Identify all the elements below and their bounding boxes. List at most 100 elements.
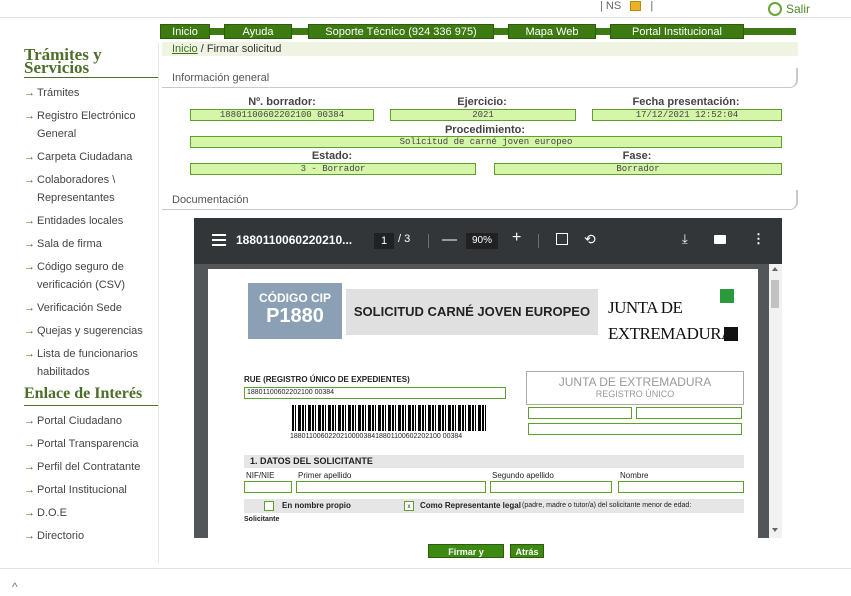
label-apellido1: Primer apellido [298,471,352,480]
pdf-scrollbar[interactable] [769,264,782,538]
barcode-text: 188011006022021000038418801100602202100 … [290,433,463,440]
label-estado: Estado: [311,150,353,162]
label-borrador: Nº. borrador: [248,96,316,108]
logout-label: Salir [786,2,811,16]
apellido2-field [490,481,612,493]
chevron-up-icon[interactable]: ^ [12,580,18,594]
zoom-input[interactable]: 90% [466,233,498,249]
registro-field [528,407,632,419]
pdf-viewer[interactable]: 1880110060220210... 1 / 3 — 90% + ⟲ ⤓ ⋮ … [194,218,782,538]
logo-green-square [720,289,734,303]
nav-mapa-web[interactable]: Mapa Web [508,24,596,39]
sidebar-item-sala-firma[interactable]: → Sala de firma [24,235,158,253]
label-nif: NIF/NIE [246,471,275,480]
rotate-icon[interactable]: ⟲ [584,231,596,248]
nav-portal-institucional[interactable]: Portal Institucional [610,24,744,39]
back-button[interactable]: Atrás [510,544,544,558]
menu-icon[interactable] [212,234,226,236]
checkbox-representante: x [404,501,414,511]
zoom-in-icon[interactable]: + [512,229,521,247]
action-bar: Firmar y Registrar Atrás [0,544,851,571]
sidebar-item-colaboradores[interactable]: → Colaboradores \ Representantes [24,171,158,207]
sidebar-item-portal-ciudadano[interactable]: → Portal Ciudadano [24,412,158,430]
label-procedimiento: Procedimiento: [444,124,526,136]
value-fecha: 17/12/2021 12:52:04 [592,109,782,121]
more-options-icon[interactable]: ⋮ [752,231,765,247]
scroll-up-icon[interactable] [772,267,778,271]
checkbox-propio [264,501,274,511]
pdf-filename: 1880110060220210... [236,233,353,247]
sidebar-item-csv[interactable]: → Código seguro de verificación (CSV) [24,258,158,294]
top-utility: | NS | [600,0,659,18]
sidebar-item-institucional[interactable]: → Portal Institucional [24,481,158,499]
sidebar-item-transparencia[interactable]: → Portal Transparencia [24,435,158,453]
sidebar-title-enlaces: Enlace de Interés [24,386,158,406]
toolbar-separator [428,234,429,248]
sidebar-item-quejas[interactable]: → Quejas y sugerencias [24,322,158,340]
registro-field [636,407,742,419]
fit-page-icon[interactable] [556,233,568,245]
pdf-page: CÓDIGO CIP P1880 SOLICITUD CARNÉ JOVEN E… [208,269,758,538]
arrow-right-icon: → [24,348,35,360]
scroll-thumb[interactable] [771,280,779,308]
sidebar-item-perfil[interactable]: → Perfil del Contratante [24,458,158,476]
sign-register-button[interactable]: Firmar y Registrar [428,544,504,571]
nav-inicio[interactable]: Inicio [160,24,210,39]
download-icon[interactable]: ⤓ [682,231,688,247]
nav-soporte[interactable]: Soporte Técnico (924 336 975) [308,24,494,39]
representation-row: En nombre propio x Como Representante le… [244,499,744,513]
arrow-right-icon: → [24,87,35,99]
value-estado: 3 - Borrador [190,163,476,175]
label-representante: Como Representante legal [420,501,521,510]
label-fase: Fase: [622,150,652,162]
util-text: | NS [600,0,622,12]
barcode [292,405,488,431]
logout-link[interactable]: Salir [768,2,810,16]
top-divider [0,17,851,18]
sidebar-item-tramites[interactable]: → Trámites [24,84,158,102]
sidebar-item-funcionarios[interactable]: → Lista de funcionarios habilitados [24,345,158,381]
registro-box: JUNTA DE EXTREMADURA REGISTRO ÚNICO [526,371,744,405]
sidebar-item-verificacion[interactable]: → Verificación Sede [24,299,158,317]
arrow-right-icon: → [24,530,35,542]
sidebar-item-directorio[interactable]: → Directorio [24,527,158,545]
page-total: / 3 [398,233,411,245]
footer-divider [0,568,851,569]
registro-field [528,423,742,435]
print-icon[interactable] [714,235,726,244]
zoom-out-icon[interactable]: — [442,231,457,248]
breadcrumb: Inicio / Firmar solicitud [162,42,798,56]
cip-code: P1880 [266,305,324,327]
arrow-right-icon: → [24,238,35,250]
label-ejercicio: Ejercicio: [457,96,507,108]
top-nav: Inicio Ayuda Soporte Técnico (924 336 97… [160,24,800,39]
section-info-general: Información general [162,68,798,88]
nav-ayuda[interactable]: Ayuda [224,24,292,39]
value-borrador: 18801100602202100 00384 [190,109,374,121]
page-number-input[interactable]: 1 [374,233,394,249]
arrow-right-icon: → [24,415,35,427]
arrow-right-icon: → [24,484,35,496]
value-ejercicio: 2021 [390,109,576,121]
sidebar-item-entidades[interactable]: → Entidades locales [24,212,158,230]
breadcrumb-current: / Firmar solicitud [200,43,282,55]
apellido1-field [296,481,486,493]
arrow-right-icon: → [24,302,35,314]
sidebar-item-registro[interactable]: → Registro Electrónico General [24,107,158,143]
rue-field: 18801100602202100 00384 [244,387,506,399]
arrow-right-icon: → [24,507,35,519]
sidebar-divider [158,43,159,563]
util-separator: | [650,0,654,12]
sidebar-item-doe[interactable]: → D.O.E [24,504,158,522]
sidebar-item-carpeta[interactable]: → Carpeta Ciudadana [24,148,158,166]
scroll-down-icon[interactable] [772,528,778,532]
breadcrumb-home-link[interactable]: Inicio [172,43,198,55]
junta-logo: JUNTA DE EXTREMADURA [608,298,733,343]
flag-icon[interactable] [630,1,642,12]
arrow-right-icon: → [24,325,35,337]
pdf-toolbar: 1880110060220210... 1 / 3 — 90% + ⟲ ⤓ ⋮ [194,218,782,264]
label-apellido2: Segundo apellido [492,471,554,480]
nombre-field [618,481,744,493]
sidebar: Trámites y Servicios → Trámites → Registro… [24,46,158,550]
sidebar-title-tramites: Trámites y Servicios [24,46,158,78]
